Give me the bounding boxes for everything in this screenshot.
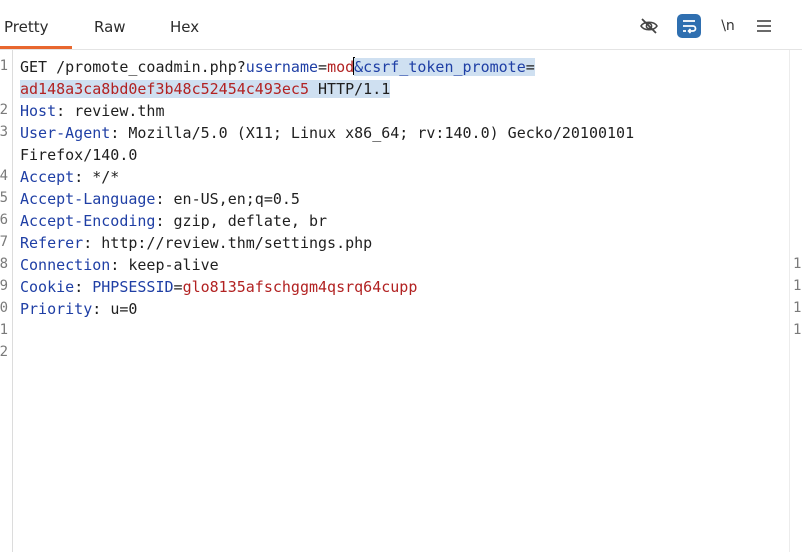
line-number-gutter (12, 50, 13, 552)
header-value: review.thm (74, 102, 165, 120)
header-name: Accept-Language (20, 190, 156, 208)
header-name: Host (20, 102, 57, 120)
line-number: 0 (0, 300, 8, 316)
right-margin-marker: 1 (793, 300, 802, 316)
header-value: u=0 (110, 300, 138, 318)
http-protocol: HTTP/1.1 (318, 80, 391, 98)
line-number: 8 (0, 256, 8, 272)
line-number: 1 (0, 58, 8, 74)
param-username-name: username (245, 58, 319, 76)
line-number: 9 (0, 278, 8, 294)
header-value: keep-alive (128, 256, 219, 274)
cookie-value: glo8135afschggm4qsrq64cupp (182, 278, 418, 296)
header-host[interactable]: Host: review.thm (20, 100, 165, 122)
request-line[interactable]: GET /promote_coadmin.php?username=mod&cs… (20, 56, 535, 78)
header-value: */* (92, 168, 120, 186)
right-margin-marker: 1 (793, 256, 802, 272)
header-name: Connection (20, 256, 111, 274)
request-path: /promote_coadmin.php? (56, 58, 246, 76)
header-value: gzip, deflate, br (173, 212, 328, 230)
request-editor[interactable]: 1 2 3 4 5 6 7 8 9 0 1 2 1 1 1 1 GET /pro… (0, 50, 802, 552)
param-equals: = (525, 58, 535, 76)
header-cookie[interactable]: Cookie: PHPSESSID=glo8135afschggm4qsrq64… (20, 276, 417, 298)
http-method: GET (20, 58, 48, 76)
line-number: 5 (0, 190, 8, 206)
header-user-agent-wrap[interactable]: Firefox/140.0 (20, 144, 137, 166)
tab-hex[interactable]: Hex (170, 0, 199, 50)
csrf-token-value: ad148a3ca8bd0ef3b48c52454c493ec5 (20, 80, 309, 98)
param-equals: = (318, 58, 328, 76)
header-name: Accept (20, 168, 75, 186)
line-number: 4 (0, 168, 8, 184)
line-number: 6 (0, 212, 8, 228)
message-editor-tabbar: Pretty Raw Hex \n (0, 0, 802, 50)
line-number: 1 (0, 322, 8, 338)
line-number: 2 (0, 344, 8, 360)
header-priority[interactable]: Priority: u=0 (20, 298, 137, 320)
header-name: Cookie (20, 278, 75, 296)
eye-slash-icon[interactable] (638, 14, 660, 38)
header-connection[interactable]: Connection: keep-alive (20, 254, 219, 276)
line-number: 2 (0, 102, 8, 118)
param-csrf-name: &csrf_token_promote (354, 58, 526, 76)
header-value: Firefox/140.0 (20, 146, 138, 164)
tab-raw[interactable]: Raw (94, 0, 126, 50)
header-name: User-Agent (20, 124, 111, 142)
word-wrap-icon[interactable] (677, 14, 701, 38)
header-value: http://review.thm/settings.php (101, 234, 373, 252)
header-user-agent[interactable]: User-Agent: Mozilla/5.0 (X11; Linux x86_… (20, 122, 634, 144)
right-margin-marker: 1 (793, 322, 802, 338)
hamburger-menu-icon[interactable] (754, 14, 774, 38)
cookie-equals: = (173, 278, 183, 296)
line-number: 3 (0, 124, 8, 140)
header-accept[interactable]: Accept: */* (20, 166, 119, 188)
header-referer[interactable]: Referer: http://review.thm/settings.php (20, 232, 372, 254)
editor-right-divider (789, 50, 790, 552)
tab-pretty[interactable]: Pretty (4, 0, 72, 50)
header-name: Accept-Encoding (20, 212, 156, 230)
line-number: 7 (0, 234, 8, 250)
right-margin-marker: 1 (793, 278, 802, 294)
header-accept-language[interactable]: Accept-Language: en-US,en;q=0.5 (20, 188, 300, 210)
show-newlines-button[interactable]: \n (717, 14, 739, 38)
request-line-wrap[interactable]: ad148a3ca8bd0ef3b48c52454c493ec5 HTTP/1.… (20, 78, 391, 100)
header-value: Mozilla/5.0 (X11; Linux x86_64; rv:140.0… (128, 124, 635, 142)
param-username-value: mod (327, 58, 355, 76)
header-name: Referer (20, 234, 84, 252)
header-value: en-US,en;q=0.5 (173, 190, 300, 208)
header-accept-encoding[interactable]: Accept-Encoding: gzip, deflate, br (20, 210, 327, 232)
cookie-name: PHPSESSID (92, 278, 174, 296)
header-name: Priority (20, 300, 93, 318)
